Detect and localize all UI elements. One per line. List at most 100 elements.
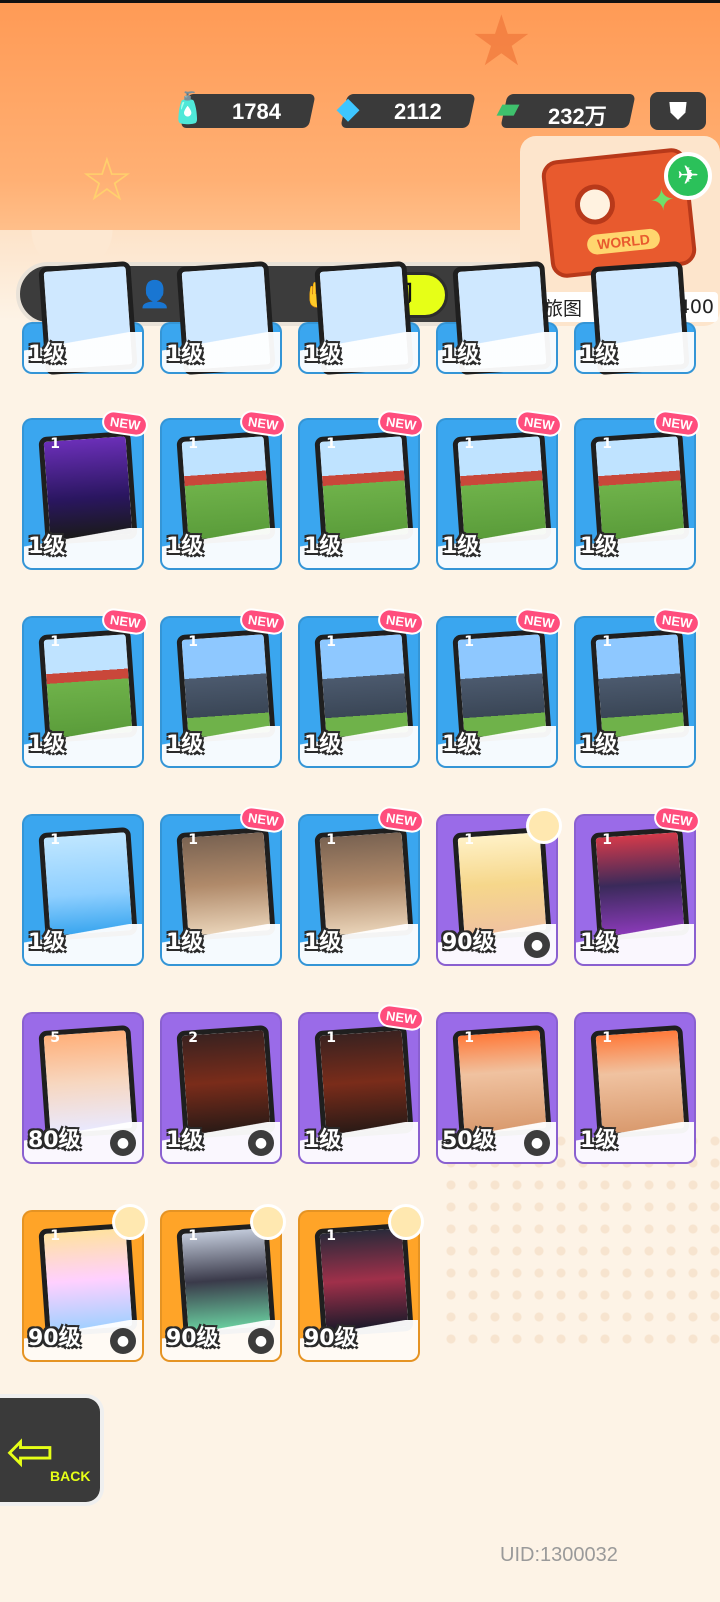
airplane-icon: ✈ — [664, 152, 712, 200]
character-avatar — [112, 1204, 148, 1240]
currency-value: 232万 — [548, 104, 607, 129]
collection-card[interactable]: 1 90级 ● — [22, 1204, 148, 1362]
cash-icon: ▰ — [496, 90, 520, 126]
collection-card[interactable]: 1级 — [298, 260, 420, 376]
gift-icon: ⛊ — [669, 97, 687, 125]
card-level: 1级 — [166, 930, 204, 955]
lock-icon: ● — [248, 1328, 274, 1354]
back-button[interactable]: ⇦ BACK — [0, 1394, 104, 1506]
lock-icon: ● — [110, 1328, 136, 1354]
card-count-badge: 1 — [602, 1030, 612, 1046]
card-level: 90级 — [304, 1326, 357, 1351]
card-level: 1级 — [28, 930, 66, 955]
card-count-badge: 5 — [50, 1030, 60, 1046]
card-count-badge: 1 — [464, 832, 474, 848]
collection-card[interactable]: 1 1级 NEW — [298, 804, 426, 966]
collection-card[interactable]: 1 1级 NEW — [298, 606, 426, 768]
collection-card[interactable]: 1 1级 NEW — [22, 606, 150, 768]
collection-card[interactable]: 1级 — [574, 260, 696, 376]
card-count-badge: 1 — [326, 436, 336, 452]
currency-cash[interactable]: ▰ 232万 — [486, 91, 636, 129]
card-level: 90级 — [166, 1326, 219, 1351]
card-count-badge: 2 — [188, 1030, 198, 1046]
card-level: 1级 — [28, 534, 66, 559]
card-count-badge: 1 — [326, 634, 336, 650]
card-level: 80级 — [28, 1128, 81, 1153]
collection-card[interactable]: 1 90级 — [298, 1204, 424, 1362]
collection-card[interactable]: 1 1级 NEW — [160, 606, 288, 768]
collection-card[interactable]: 5 80级 ● — [22, 1012, 144, 1164]
card-level: 1级 — [580, 342, 618, 367]
card-level: 1级 — [28, 342, 66, 367]
card-count-badge: 1 — [326, 832, 336, 848]
lock-icon: ● — [248, 1130, 274, 1156]
card-level: 1级 — [442, 342, 480, 367]
currency-value: 1784 — [232, 99, 281, 124]
collection-card[interactable]: 1 1级 NEW — [436, 606, 564, 768]
card-level: 1级 — [28, 732, 66, 757]
card-level: 50级 — [442, 1128, 495, 1153]
collection-card[interactable]: 1 1级 — [574, 1012, 696, 1164]
card-count-badge: 1 — [602, 634, 612, 650]
lock-icon: ● — [524, 1130, 550, 1156]
card-count-badge: 1 — [188, 832, 198, 848]
person-icon: 👤 — [138, 280, 172, 310]
lock-icon: ● — [110, 1130, 136, 1156]
collection-card[interactable]: 1 50级 ● — [436, 1012, 558, 1164]
card-level: 1级 — [304, 930, 342, 955]
card-level: 1级 — [166, 534, 204, 559]
card-count-badge: 1 — [464, 436, 474, 452]
diamond-icon: ◆ — [336, 90, 360, 126]
collection-card[interactable]: 1 90级 ● — [436, 808, 562, 966]
currency-paint[interactable]: 🧴 1784 — [166, 91, 316, 128]
card-level: 90级 — [442, 930, 495, 955]
card-count-badge: 1 — [50, 1228, 60, 1244]
collection-card[interactable]: 1 1级 NEW — [22, 408, 150, 570]
currency-value: 2112 — [394, 99, 442, 124]
card-level: 1级 — [304, 1128, 342, 1153]
collection-card[interactable]: 2 1级 ● — [160, 1012, 282, 1164]
collection-card[interactable]: 1级 — [22, 260, 144, 376]
card-count-badge: 1 — [602, 436, 612, 452]
starfish-decoration: ★ — [470, 0, 533, 82]
collection-card[interactable]: 1 1级 NEW — [574, 804, 702, 966]
collection-card[interactable]: 1 1级 NEW — [160, 408, 288, 570]
collection-card[interactable]: 1 90级 ● — [160, 1204, 286, 1362]
character-avatar — [526, 808, 562, 844]
collection-card[interactable]: 1 1级 — [22, 814, 144, 966]
card-count-badge: 1 — [602, 832, 612, 848]
user-id: UID:1300032 — [500, 1544, 618, 1566]
collection-card[interactable]: 1级 — [436, 260, 558, 376]
collection-card[interactable]: 1 1级 NEW — [298, 408, 426, 570]
card-count-badge: 1 — [50, 634, 60, 650]
collection-card[interactable]: 1 1级 NEW — [574, 408, 702, 570]
world-label-text: 旅图 — [544, 297, 583, 320]
spray-can-icon: 🧴 — [169, 90, 207, 126]
card-level: 1级 — [166, 342, 204, 367]
card-level: 1级 — [580, 732, 618, 757]
card-count-badge: 1 — [464, 634, 474, 650]
collection-card[interactable]: 1 1级 NEW — [436, 408, 564, 570]
back-arrow-icon: ⇦ — [6, 1417, 55, 1485]
card-level: 1级 — [580, 1128, 618, 1153]
star-decoration: ☆ — [80, 145, 134, 215]
gift-button[interactable]: ⛊ — [650, 92, 706, 130]
card-level: 1级 — [442, 534, 480, 559]
card-count-badge: 1 — [188, 1228, 198, 1244]
character-avatar — [250, 1204, 286, 1240]
collection-card[interactable]: 1级 — [160, 260, 282, 376]
collection-card[interactable]: 1 1级 NEW — [574, 606, 702, 768]
card-count-badge: 1 — [188, 634, 198, 650]
currency-diamond[interactable]: ◆ 2112 — [326, 91, 476, 128]
tab-characters[interactable]: 👤 — [130, 272, 180, 318]
card-level: 1级 — [304, 732, 342, 757]
collection-card[interactable]: 1 1级 NEW — [160, 804, 288, 966]
card-level: 90级 — [28, 1326, 81, 1351]
map-pin-icon — [572, 182, 617, 227]
collection-card[interactable]: 1 1级 NEW — [298, 1002, 426, 1164]
status-edge — [0, 0, 720, 3]
character-avatar — [388, 1204, 424, 1240]
card-level: 1级 — [580, 930, 618, 955]
card-count-badge: 1 — [188, 436, 198, 452]
card-count-badge: 1 — [326, 1228, 336, 1244]
